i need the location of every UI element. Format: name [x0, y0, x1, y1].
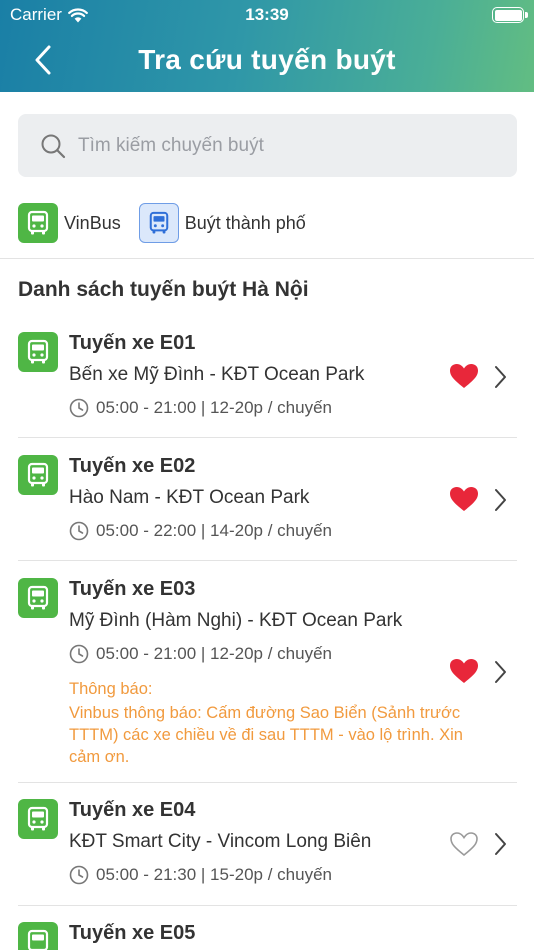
route-schedule: 05:00 - 21:00 | 12-20p / chuyến: [69, 644, 332, 664]
filter-city-bus-label: Buýt thành phố: [184, 212, 306, 233]
clock-icon: [69, 521, 89, 541]
status-bar: Carrier 13:39: [0, 0, 534, 30]
bus-icon: [18, 922, 58, 950]
clock-icon: [69, 644, 89, 664]
route-item-e05[interactable]: Tuyến xe E05: [0, 922, 534, 950]
bus-icon: [138, 203, 179, 243]
route-notice-title: Thông báo:: [69, 680, 153, 698]
heart-filled-icon[interactable]: [448, 362, 480, 390]
route-path: Hào Nam - KĐT Ocean Park: [69, 487, 310, 508]
route-schedule-text: 05:00 - 21:30 | 15-20p / chuyến: [96, 865, 332, 884]
divider: [18, 782, 517, 783]
route-schedule: 05:00 - 21:30 | 15-20p / chuyến: [69, 865, 332, 885]
status-time: 13:39: [245, 5, 289, 24]
bus-type-filters: VinBus Buýt thành phố: [18, 203, 324, 243]
clock-icon: [69, 865, 89, 885]
filter-vinbus[interactable]: VinBus: [18, 203, 121, 243]
clock-icon: [69, 398, 89, 418]
route-schedule-text: 05:00 - 21:00 | 12-20p / chuyến: [96, 398, 332, 417]
divider: [18, 905, 517, 906]
route-name: Tuyến xe E02: [69, 455, 196, 477]
section-title: Danh sách tuyến buýt Hà Nội: [18, 278, 309, 301]
search-input[interactable]: [78, 134, 478, 157]
heart-outline-icon[interactable]: [448, 830, 480, 858]
chevron-right-icon[interactable]: [492, 364, 508, 390]
search-icon: [41, 134, 66, 158]
battery-level: [494, 9, 522, 21]
route-item-e03[interactable]: Tuyến xe E03 Mỹ Đình (Hàm Nghi) - KĐT Oc…: [0, 578, 534, 782]
route-item-e04[interactable]: Tuyến xe E04 KĐT Smart City - Vincom Lon…: [0, 799, 534, 905]
heart-filled-icon[interactable]: [448, 657, 480, 685]
bus-icon: [18, 455, 58, 495]
bus-icon: [18, 799, 58, 839]
route-path: KĐT Smart City - Vincom Long Biên: [69, 831, 372, 852]
route-item-e02[interactable]: Tuyến xe E02 Hào Nam - KĐT Ocean Park 05…: [0, 455, 534, 561]
route-path: Bến xe Mỹ Đình - KĐT Ocean Park: [69, 364, 365, 385]
route-name: Tuyến xe E04: [69, 799, 196, 821]
filter-city-bus[interactable]: Buýt thành phố: [138, 203, 306, 243]
divider: [0, 258, 534, 259]
bus-icon: [18, 203, 58, 243]
chevron-right-icon[interactable]: [492, 831, 508, 857]
battery-icon: [492, 7, 528, 23]
bus-icon: [18, 332, 58, 372]
divider: [18, 437, 517, 438]
route-schedule: 05:00 - 22:00 | 14-20p / chuyến: [69, 521, 332, 541]
route-name: Tuyến xe E01: [69, 332, 196, 354]
route-schedule-text: 05:00 - 22:00 | 14-20p / chuyến: [96, 521, 332, 540]
search-box[interactable]: [18, 114, 517, 177]
chevron-right-icon[interactable]: [492, 487, 508, 513]
app-header: Carrier 13:39 Tra cứu tuyến buýt: [0, 0, 534, 92]
route-notice-body: Vinbus thông báo: Cấm đường Sao Biển (Sả…: [69, 704, 463, 766]
chevron-right-icon[interactable]: [492, 659, 508, 685]
filter-vinbus-label: VinBus: [64, 212, 121, 233]
route-schedule-text: 05:00 - 21:00 | 12-20p / chuyến: [96, 644, 332, 663]
bus-icon: [18, 578, 58, 618]
heart-filled-icon[interactable]: [448, 485, 480, 513]
route-name: Tuyến xe E03: [69, 578, 196, 600]
route-name: Tuyến xe E05: [69, 922, 196, 944]
page-title: Tra cứu tuyến buýt: [138, 44, 396, 75]
route-path: Mỹ Đình (Hàm Nghi) - KĐT Ocean Park: [69, 610, 403, 631]
route-schedule: 05:00 - 21:00 | 12-20p / chuyến: [69, 398, 332, 418]
divider: [18, 560, 517, 561]
route-item-e01[interactable]: Tuyến xe E01 Bến xe Mỹ Đình - KĐT Ocean …: [0, 332, 534, 438]
